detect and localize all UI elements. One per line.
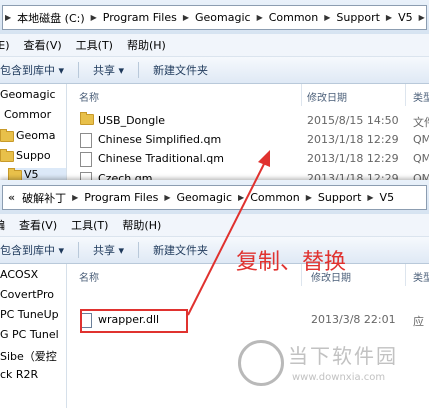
column-header-name[interactable]: 名称 [79, 89, 99, 104]
chevron-right-icon[interactable]: ▶ [417, 13, 427, 22]
nav-item[interactable]: Suppo [0, 148, 51, 162]
breadcrumb[interactable]: Geomagic [172, 191, 236, 204]
command-bar: 包含到库中 ▾ 共享 ▾ 新建文件夹 [0, 57, 429, 84]
annotation-text: 复制、替换 [236, 250, 347, 275]
nav-item[interactable]: Geoma [0, 128, 55, 142]
chevron-right-icon[interactable]: ▶ [365, 193, 375, 202]
address-bar[interactable]: « 破解补丁 ▶ Program Files ▶ Geomagic ▶ Comm… [2, 185, 427, 210]
breadcrumb[interactable]: V5 [394, 11, 417, 24]
chevron-right-icon[interactable]: ▶ [255, 13, 265, 22]
overflow-chevron-icon[interactable]: « [3, 191, 18, 204]
nav-item[interactable]: ck R2R [0, 368, 38, 381]
column-header-type[interactable]: 类型 [413, 89, 429, 104]
file-row[interactable]: Czech.qm 2013/1/18 12:29 QM [75, 170, 429, 180]
highlight-box [80, 309, 188, 333]
chevron-right-icon[interactable]: ▶ [162, 193, 172, 202]
nav-item-selected[interactable]: V5 [8, 167, 66, 180]
divider [78, 62, 80, 78]
share-button[interactable]: 共享 ▾ [93, 242, 124, 258]
chevron-right-icon[interactable]: ▶ [322, 13, 332, 22]
nav-item[interactable]: ACOSX [0, 268, 38, 281]
nav-item[interactable]: Commor [4, 108, 51, 121]
folder-icon [0, 148, 14, 162]
chevron-right-icon[interactable]: ▶ [70, 193, 80, 202]
file-row[interactable]: USB_Dongle 2015/8/15 14:50 文件 [75, 112, 429, 130]
file-icon [80, 152, 92, 167]
menu-item-view[interactable]: 查看(V) [19, 217, 57, 233]
new-folder-button[interactable]: 新建文件夹 [153, 62, 208, 78]
breadcrumb[interactable]: Common [265, 11, 323, 24]
new-folder-button[interactable]: 新建文件夹 [153, 242, 208, 258]
breadcrumb[interactable]: Program Files [80, 191, 162, 204]
file-row[interactable]: Chinese Traditional.qm 2013/1/18 12:29 Q… [75, 150, 429, 168]
breadcrumb[interactable]: Support [314, 191, 365, 204]
column-header-name[interactable]: 名称 [79, 269, 99, 284]
chevron-icon: ▶ [5, 13, 12, 22]
breadcrumb[interactable]: Common [246, 191, 304, 204]
menu-item-tools[interactable]: 工具(T) [76, 37, 113, 53]
menu-bar: (E) 查看(V) 工具(T) 帮助(H) [0, 34, 429, 57]
navigation-pane: Geomagic Commor Geoma Suppo V5 [0, 84, 67, 180]
chevron-right-icon[interactable]: ▶ [236, 193, 246, 202]
explorer-window-target: ▶ 本地磁盘 (C:) ▶ Program Files ▶ Geomagic ▶… [0, 0, 429, 180]
nav-item[interactable]: G PC Tunel [0, 328, 59, 341]
nav-item[interactable]: Geomagic [0, 88, 56, 101]
column-header-type[interactable]: 类型 [413, 269, 429, 284]
address-bar-area: ▶ 本地磁盘 (C:) ▶ Program Files ▶ Geomagic ▶… [0, 0, 429, 34]
menu-item-view[interactable]: 查看(V) [24, 37, 62, 53]
nav-item[interactable]: PC TuneUp [0, 308, 59, 321]
breadcrumb[interactable]: 本地磁盘 (C:) [13, 10, 88, 26]
column-divider[interactable] [301, 84, 302, 106]
menu-item-help[interactable]: 帮助(H) [127, 37, 166, 53]
watermark-logo: 当下软件园 www.downxia.com [232, 334, 422, 398]
breadcrumb[interactable]: V5 [376, 191, 399, 204]
column-divider[interactable] [405, 264, 406, 286]
chevron-right-icon[interactable]: ▶ [384, 13, 394, 22]
divider [138, 242, 140, 258]
menu-bar: 编 查看(V) 工具(T) 帮助(H) [0, 214, 429, 237]
breadcrumb[interactable]: Geomagic [191, 11, 255, 24]
navigation-pane: ACOSX CovertPro PC TuneUp G PC Tunel Sib… [0, 264, 67, 408]
address-bar[interactable]: ▶ 本地磁盘 (C:) ▶ Program Files ▶ Geomagic ▶… [2, 5, 427, 30]
breadcrumb[interactable]: 破解补丁 [18, 190, 70, 206]
chevron-right-icon[interactable]: ▶ [181, 13, 191, 22]
nav-item[interactable]: Sibe（爱控 [0, 348, 57, 364]
include-in-library-button[interactable]: 包含到库中 ▾ [0, 242, 64, 258]
watermark-title: 当下软件园 [288, 344, 398, 368]
column-header-date[interactable]: 修改日期 [307, 89, 347, 104]
divider [78, 242, 80, 258]
file-icon [80, 172, 92, 180]
folder-icon [0, 128, 14, 142]
menu-item-tools[interactable]: 工具(T) [71, 217, 108, 233]
breadcrumb[interactable]: Support [332, 11, 383, 24]
folder-icon [8, 167, 22, 180]
nav-item[interactable]: CovertPro [0, 288, 54, 301]
address-bar-area: « 破解补丁 ▶ Program Files ▶ Geomagic ▶ Comm… [0, 180, 429, 214]
file-list: 名称 修改日期 类型 USB_Dongle 2015/8/15 14:50 文件… [67, 84, 429, 180]
breadcrumb[interactable]: Program Files [99, 11, 181, 24]
file-row[interactable]: Chinese Simplified.qm 2013/1/18 12:29 QM [75, 131, 429, 149]
menu-item-edit[interactable]: (E) [0, 39, 10, 52]
menu-item-edit[interactable]: 编 [0, 217, 5, 233]
logo-circle-icon [238, 340, 284, 386]
file-icon [80, 133, 92, 148]
include-in-library-button[interactable]: 包含到库中 ▾ [0, 62, 64, 78]
divider [138, 62, 140, 78]
chevron-right-icon[interactable]: ▶ [304, 193, 314, 202]
chevron-right-icon[interactable]: ▶ [89, 13, 99, 22]
column-divider[interactable] [405, 84, 406, 106]
share-button[interactable]: 共享 ▾ [93, 62, 124, 78]
watermark-url: www.downxia.com [292, 372, 386, 383]
menu-item-help[interactable]: 帮助(H) [122, 217, 161, 233]
folder-icon [80, 112, 94, 125]
command-bar: 包含到库中 ▾ 共享 ▾ 新建文件夹 [0, 237, 429, 264]
